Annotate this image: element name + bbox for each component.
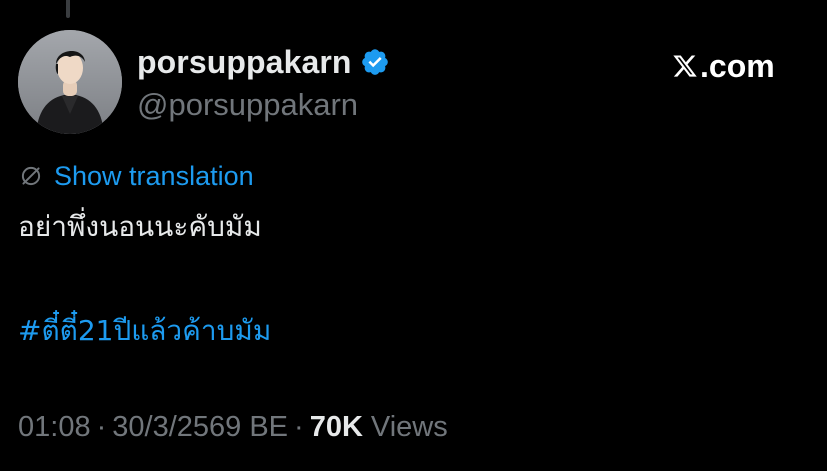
brand-domain-text: .com xyxy=(700,48,775,84)
verified-badge-icon xyxy=(360,47,390,77)
show-translation-row[interactable]: Show translation xyxy=(18,156,254,196)
author-handle[interactable]: @porsuppakarn xyxy=(137,84,358,126)
profile-photo-icon xyxy=(18,30,122,134)
author-name-row[interactable]: porsuppakarn xyxy=(137,40,390,84)
avatar[interactable] xyxy=(18,30,122,134)
views-label: Views xyxy=(370,411,448,443)
meta-separator: · xyxy=(96,411,107,443)
brand-logo: .com xyxy=(672,44,775,88)
translate-icon xyxy=(21,166,41,186)
meta-separator: · xyxy=(294,411,304,443)
tweet-text: อย่าพึ่งนอนนะคับมัม xyxy=(18,210,262,243)
author-display-name[interactable]: porsuppakarn xyxy=(137,40,352,84)
show-translation-link[interactable]: Show translation xyxy=(54,156,254,196)
tweet-date[interactable]: 30/3/2569 BE xyxy=(112,406,288,448)
tweet-hashtag-link[interactable]: #ตี๋ตี๋21ปีแล้วค้าบมัม xyxy=(18,308,271,354)
tweet-time[interactable]: 01:08 xyxy=(18,406,91,448)
views-count[interactable]: 70K xyxy=(310,406,363,448)
x-logo-icon xyxy=(673,55,697,77)
tweet-meta: 01:08 · 30/3/2569 BE · 70K Views xyxy=(18,406,448,448)
thread-connector-line xyxy=(66,0,70,18)
